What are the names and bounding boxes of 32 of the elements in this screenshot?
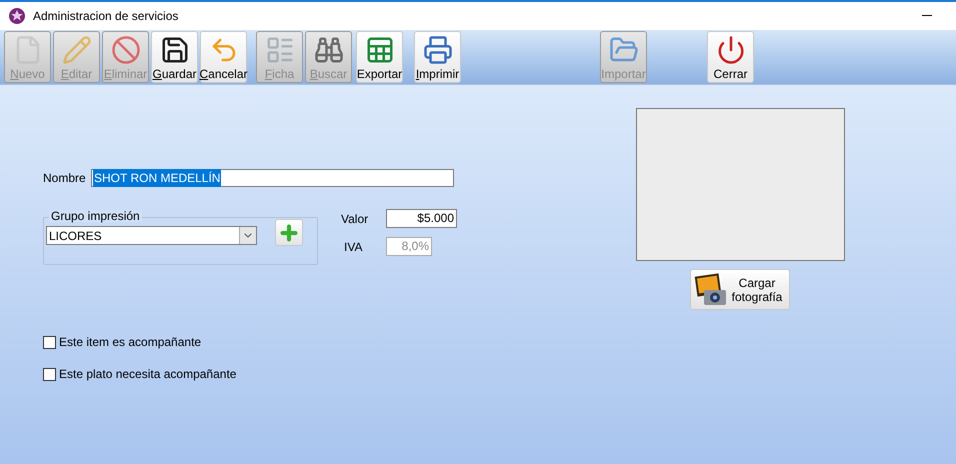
binoculars-icon — [314, 35, 344, 65]
toolbar-button[interactable]: Exportar — [356, 31, 403, 83]
group-legend: Grupo impresión — [49, 210, 142, 222]
add-button[interactable] — [275, 219, 303, 246]
checkbox-label: Este plato necesita acompañante — [59, 366, 236, 383]
field-label: IVA — [343, 238, 364, 256]
spreadsheet-icon — [364, 35, 394, 65]
checkbox-label: Este item es acompañante — [59, 334, 202, 351]
dropdown-caret-icon — [239, 227, 256, 244]
field-label: Valor — [341, 210, 370, 228]
button-label: Cargar fotografía — [730, 276, 784, 304]
printer-icon — [422, 35, 452, 65]
minimize-icon[interactable] — [922, 15, 932, 17]
pencil-icon — [62, 35, 92, 65]
checkbox[interactable] — [43, 336, 56, 348]
toolbar-button[interactable]: Guardar — [151, 31, 198, 83]
window-title: Administracion de servicios — [33, 8, 178, 25]
toolbar-button[interactable]: Imprimir — [414, 31, 461, 83]
toolbar-button[interactable]: Cerrar — [707, 31, 754, 83]
load-photo-button[interactable]: Cargar fotografía — [690, 269, 790, 310]
value-field[interactable]: $5.000 — [386, 209, 457, 228]
checkbox[interactable] — [43, 368, 56, 380]
name-field[interactable]: SHOT RON MEDELLÍN — [91, 169, 454, 187]
plus-icon — [278, 222, 300, 244]
group-dropdown[interactable]: LICORES — [46, 226, 257, 245]
app-logo-icon — [8, 7, 26, 25]
photo-camera-icon — [694, 272, 728, 306]
form-icon — [264, 35, 294, 65]
toolbar-button[interactable]: Cancelar — [200, 31, 247, 83]
field-label: Nombre — [43, 170, 87, 187]
power-icon — [716, 35, 746, 65]
prohibited-icon — [110, 35, 140, 65]
